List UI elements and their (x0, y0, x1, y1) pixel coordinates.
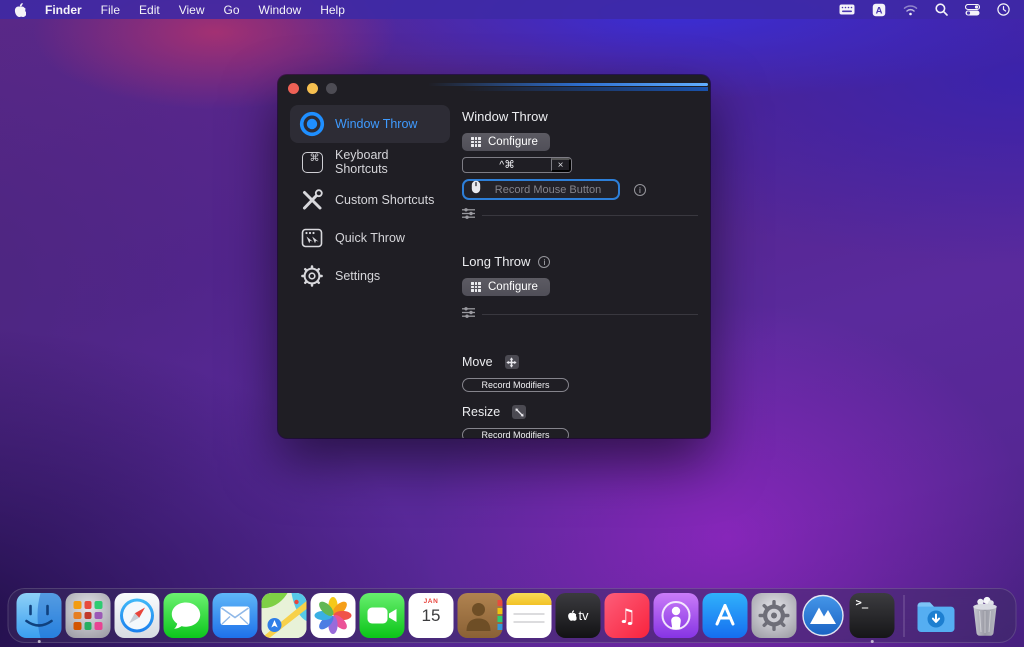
sidebar-item-window-throw[interactable]: Window Throw (290, 105, 450, 143)
gear-icon (299, 263, 325, 289)
dock-system-preferences-icon[interactable] (752, 593, 797, 638)
grid-icon (471, 137, 481, 147)
control-center-icon[interactable] (965, 4, 980, 16)
move-icon (505, 355, 519, 369)
clear-shortcut-button[interactable]: × (551, 158, 571, 172)
divider (482, 215, 698, 216)
dock-safari-icon[interactable] (115, 593, 160, 638)
minimize-button[interactable] (307, 83, 318, 94)
dock-divider (904, 595, 905, 637)
command-key-icon: ⌘ (299, 149, 325, 175)
dock-messages-icon[interactable] (164, 593, 209, 638)
info-icon[interactable]: i (538, 256, 550, 268)
sidebar-item-settings[interactable]: Settings (290, 257, 450, 295)
clock-icon[interactable] (997, 3, 1010, 16)
running-indicator (37, 640, 41, 644)
long-throw-configure-button[interactable]: Configure (462, 278, 550, 296)
resize-record-modifiers-button[interactable]: Record Modifiers (462, 428, 569, 438)
dock-calendar-icon[interactable]: JAN 15 (409, 593, 454, 638)
dock-mail-icon[interactable] (213, 593, 258, 638)
zoom-button-disabled[interactable] (326, 83, 337, 94)
move-record-modifiers-button[interactable]: Record Modifiers (462, 378, 569, 392)
menu-window[interactable]: Window (259, 3, 302, 17)
sidebar-item-keyboard-shortcuts[interactable]: ⌘ Keyboard Shortcuts (290, 143, 450, 181)
close-button[interactable] (288, 83, 299, 94)
sliders-icon[interactable] (462, 206, 475, 224)
window-accent-glow (463, 87, 708, 92)
long-throw-title: Long Throw i (462, 254, 698, 269)
cursor-panel-icon (299, 225, 325, 251)
menu-go[interactable]: Go (224, 3, 240, 17)
dock-downloads-icon[interactable] (914, 593, 959, 638)
sidebar-item-quick-throw[interactable]: Quick Throw (290, 219, 450, 257)
move-label: Move (462, 355, 493, 369)
resize-label: Resize (462, 405, 500, 419)
info-icon[interactable]: i (634, 184, 646, 196)
input-source-icon[interactable]: A (872, 3, 886, 17)
mouse-icon (471, 180, 481, 199)
menu-help[interactable]: Help (320, 3, 345, 17)
resize-icon (512, 405, 526, 419)
dock-finder-icon[interactable] (17, 593, 62, 638)
music-note-icon: ♫ (618, 604, 636, 628)
dock-tv-icon[interactable]: tv (556, 593, 601, 638)
traffic-lights (288, 83, 337, 94)
dock-facetime-icon[interactable] (360, 593, 405, 638)
dock-window-app-icon[interactable] (801, 593, 846, 638)
sidebar-label: Settings (335, 269, 380, 283)
desktop: { "menu_bar": { "app_name": "Finder", "m… (0, 0, 1024, 647)
menu-file[interactable]: File (101, 3, 120, 17)
app-window: Window Throw ⌘ Keyboard Shortcuts Custom… (278, 75, 710, 438)
window-throw-configure-button[interactable]: Configure (462, 133, 550, 151)
dock-photos-icon[interactable] (311, 593, 356, 638)
window-throw-title: Window Throw (462, 109, 698, 124)
terminal-prompt: >_ (856, 597, 869, 609)
dock-music-icon[interactable]: ♫ (605, 593, 650, 638)
wifi-icon[interactable] (903, 4, 918, 16)
dock-notes-icon[interactable] (507, 593, 552, 638)
menu-app-name[interactable]: Finder (45, 3, 82, 17)
menu-view[interactable]: View (179, 3, 205, 17)
crossed-tools-icon (299, 187, 325, 213)
sidebar-item-custom-shortcuts[interactable]: Custom Shortcuts (290, 181, 450, 219)
window-accent-line (428, 83, 708, 86)
sidebar-label: Keyboard Shortcuts (335, 148, 441, 176)
calendar-day: 15 (409, 606, 454, 626)
dock-terminal-icon[interactable]: >_ (850, 593, 895, 638)
svg-text:A: A (876, 5, 883, 16)
sidebar-label: Window Throw (335, 117, 417, 131)
sidebar: Window Throw ⌘ Keyboard Shortcuts Custom… (290, 105, 450, 295)
dock-podcasts-icon[interactable] (654, 593, 699, 638)
dock-appstore-icon[interactable] (703, 593, 748, 638)
apple-menu-icon[interactable] (14, 3, 26, 17)
settings-content: Window Throw Configure ^⌘ × Record Mouse… (462, 101, 698, 438)
spotlight-icon[interactable] (935, 3, 948, 16)
running-indicator (870, 640, 874, 644)
divider (482, 314, 698, 315)
calendar-month: JAN (409, 598, 454, 605)
record-mouse-placeholder: Record Mouse Button (485, 184, 611, 196)
dock-maps-icon[interactable] (262, 593, 307, 638)
tv-label: tv (578, 608, 588, 623)
keyboard-icon[interactable] (839, 4, 855, 15)
shortcut-value[interactable]: ^⌘ (463, 158, 551, 172)
dock-contacts-icon[interactable] (458, 593, 503, 638)
dock-trash-icon[interactable] (963, 593, 1008, 638)
target-icon (299, 111, 325, 137)
dock-launchpad-icon[interactable] (66, 593, 111, 638)
grid-icon (471, 282, 481, 292)
sidebar-label: Quick Throw (335, 231, 405, 245)
dock: JAN 15 tv ♫ >_ (8, 588, 1017, 643)
record-mouse-button-field[interactable]: Record Mouse Button (462, 179, 620, 200)
keyboard-shortcut-field[interactable]: ^⌘ × (462, 157, 572, 173)
sliders-icon[interactable] (462, 305, 475, 323)
menu-edit[interactable]: Edit (139, 3, 160, 17)
sidebar-label: Custom Shortcuts (335, 193, 434, 207)
menu-bar: Finder File Edit View Go Window Help A (0, 0, 1024, 19)
